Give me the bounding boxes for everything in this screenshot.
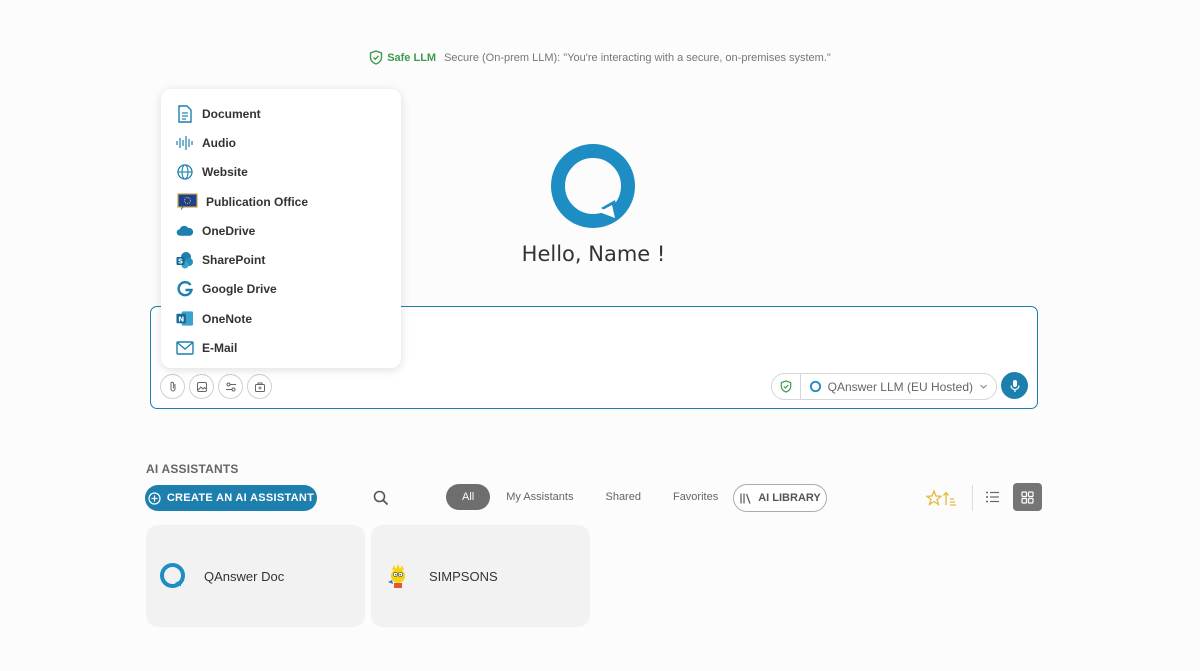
safe-llm-description: Secure (On-prem LLM): "You're interactin…: [444, 51, 831, 64]
search-icon[interactable]: [372, 489, 390, 507]
menu-item-onenote[interactable]: N OneNote: [161, 304, 401, 333]
audio-icon: [176, 134, 194, 152]
create-ai-assistant-button[interactable]: CREATE AN AI ASSISTANT: [145, 485, 317, 511]
safe-llm-banner: Safe LLM Secure (On-prem LLM): "You're i…: [0, 50, 1200, 65]
assistant-card-name: SIMPSONS: [429, 568, 498, 584]
assistant-card-simpsons[interactable]: SIMPSONS: [371, 525, 590, 627]
menu-item-google-drive[interactable]: Google Drive: [161, 275, 401, 304]
image-upload-button[interactable]: [189, 374, 214, 399]
library-icon: [740, 493, 751, 504]
assistant-card-name: QAnswer Doc: [204, 568, 285, 584]
paperclip-icon: [170, 381, 175, 391]
toolbar-divider: [972, 485, 973, 511]
onedrive-icon: [176, 222, 194, 240]
shield-check-icon: [369, 50, 383, 65]
sharepoint-icon: S: [176, 251, 194, 269]
create-ai-assistant-label: CREATE AN AI ASSISTANT: [166, 492, 315, 504]
tab-shared[interactable]: Shared: [589, 484, 656, 510]
menu-item-label: SharePoint: [202, 253, 266, 268]
qanswer-small-logo-icon: [809, 380, 821, 393]
menu-item-publication-office[interactable]: Publication Office: [161, 187, 401, 216]
safe-llm-label: Safe LLM: [387, 51, 437, 64]
tab-favorites[interactable]: Favorites: [657, 484, 734, 510]
menu-item-website[interactable]: Website: [161, 158, 401, 187]
menu-item-label: Website: [202, 165, 248, 180]
menu-item-audio[interactable]: Audio: [161, 128, 401, 157]
ai-library-button[interactable]: AI LIBRARY: [733, 484, 827, 512]
sort-favorites-icon[interactable]: [926, 489, 958, 509]
menu-item-label: OneNote: [202, 311, 253, 326]
grid-view-button[interactable]: [1013, 483, 1042, 511]
image-icon: [196, 381, 207, 392]
tab-all[interactable]: All: [446, 484, 491, 510]
chevron-down-icon: [980, 384, 987, 389]
simpsons-avatar-icon: [383, 561, 413, 591]
menu-item-label: E-Mail: [202, 341, 238, 356]
safe-llm-badge: Safe LLM: [369, 50, 436, 65]
tools-button[interactable]: [247, 374, 272, 399]
attach-source-menu: Document Audio Website Publication Offic…: [161, 89, 401, 368]
sliders-icon: [225, 382, 236, 391]
microphone-icon: [1009, 379, 1020, 392]
tab-my-assistants[interactable]: My Assistants: [490, 484, 589, 510]
menu-item-label: OneDrive: [202, 223, 256, 238]
grid-view-icon: [1021, 490, 1034, 504]
menu-item-onedrive[interactable]: OneDrive: [161, 216, 401, 245]
globe-icon: [176, 163, 194, 181]
menu-item-label: Document: [202, 106, 261, 121]
svg-text:N: N: [178, 315, 184, 324]
plus-circle-icon: [148, 491, 161, 505]
svg-text:S: S: [178, 258, 183, 266]
menu-item-label: Audio: [202, 135, 236, 150]
microphone-button[interactable]: [1001, 372, 1028, 399]
menu-item-document[interactable]: Document: [161, 99, 401, 128]
menu-item-email[interactable]: E-Mail: [161, 333, 401, 362]
shield-check-icon: [780, 380, 791, 393]
email-icon: [176, 339, 194, 357]
ai-library-label: AI LIBRARY: [758, 492, 821, 504]
onenote-icon: N: [176, 310, 194, 328]
list-view-icon[interactable]: [984, 488, 1002, 506]
menu-item-label: Publication Office: [206, 194, 309, 209]
assistant-card-qanswer-doc[interactable]: QAnswer Doc: [146, 525, 365, 627]
google-drive-icon: [176, 280, 194, 298]
model-selector-divider: [799, 373, 801, 400]
model-label: QAnswer LLM (EU Hosted): [827, 379, 973, 394]
publication-office-icon: [176, 193, 198, 211]
attach-button[interactable]: [160, 374, 185, 399]
menu-item-sharepoint[interactable]: S SharePoint: [161, 245, 401, 274]
assistant-filter-tabs: All My Assistants Shared Favorites: [446, 484, 734, 510]
document-icon: [176, 104, 194, 123]
model-selector[interactable]: QAnswer LLM (EU Hosted): [770, 373, 997, 400]
chat-toolbar: [160, 374, 272, 399]
settings-button[interactable]: [218, 374, 243, 399]
menu-item-label: Google Drive: [202, 282, 277, 297]
qanswer-logo-icon: [158, 561, 188, 591]
qanswer-logo-icon: [551, 144, 635, 228]
toolbox-icon: [254, 382, 265, 392]
ai-assistants-heading: AI ASSISTANTS: [146, 462, 239, 476]
